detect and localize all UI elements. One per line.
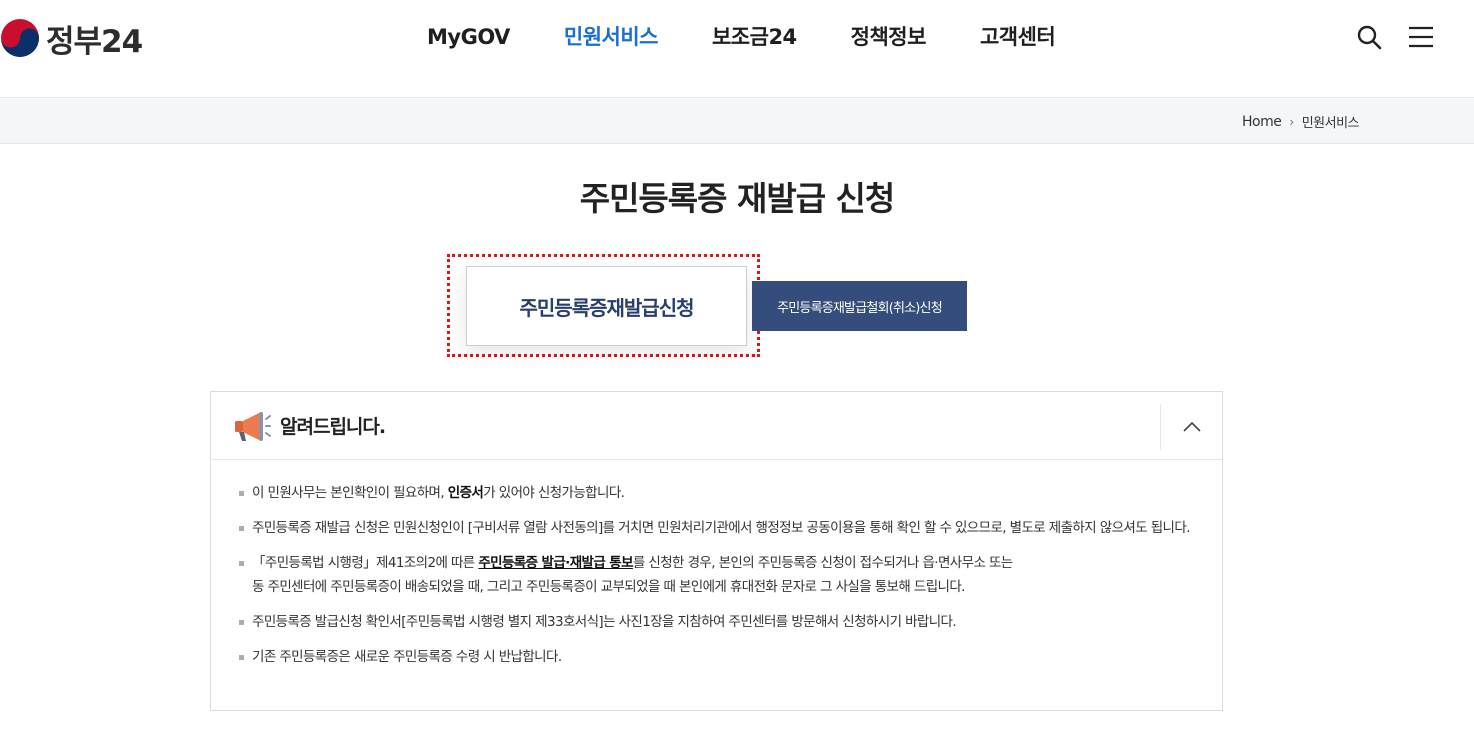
main-nav: MyGOV 민원서비스 보조금24 정책정보 고객센터 <box>400 20 1082 54</box>
reissue-apply-button[interactable]: 주민등록증재발급신청 <box>466 266 747 346</box>
list-item: 주민등록증 재발급 신청은 민원신청인이 [구비서류 열람 사전동의]를 거치면… <box>238 516 1198 540</box>
notice-header: 알려드립니다. <box>211 392 1222 460</box>
nav-mygov[interactable]: MyGOV <box>400 20 537 54</box>
nav-civil-service[interactable]: 민원서비스 <box>537 20 685 54</box>
notice-title: 알려드립니다. <box>280 416 386 438</box>
chevron-up-icon <box>1182 422 1201 432</box>
site-header: 정부24 MyGOV 민원서비스 보조금24 정책정보 고객센터 <box>0 0 1474 98</box>
breadcrumb-band: Home › 민원서비스 <box>0 99 1474 144</box>
breadcrumb-current[interactable]: 민원서비스 <box>1302 112 1360 131</box>
collapse-toggle[interactable] <box>1160 404 1222 450</box>
taegeuk-logo-icon <box>1 19 39 57</box>
menu-icon[interactable] <box>1404 20 1438 54</box>
reissue-cancel-button[interactable]: 주민등록증재발급철회(취소)신청 <box>752 281 967 331</box>
nav-subsidy24[interactable]: 보조금24 <box>685 20 824 54</box>
nav-policy-info[interactable]: 정책정보 <box>824 20 953 54</box>
logo[interactable]: 정부24 <box>0 16 143 60</box>
chevron-right-icon: › <box>1289 114 1294 129</box>
header-icons <box>1334 20 1438 54</box>
page-title: 주민등록증 재발급 신청 <box>579 179 896 218</box>
list-item: 「주민등록법 시행령」제41조의2에 따른 주민등록증 발급·재발급 통보를 신… <box>238 551 1198 599</box>
list-item: 이 민원사무는 본인확인이 필요하며, 인증서가 있어야 신청가능합니다. <box>238 481 1198 505</box>
notice-panel: 알려드립니다. 이 민원사무는 본인확인이 필요하며, 인증서가 있어야 신청가… <box>210 391 1223 711</box>
search-icon[interactable] <box>1352 20 1386 54</box>
breadcrumb: Home › 민원서비스 <box>1242 112 1360 132</box>
list-item: 주민등록증 발급신청 확인서[주민등록법 시행령 별지 제33호서식]는 사진1… <box>238 610 1198 634</box>
logo-text: 정부24 <box>46 23 143 60</box>
breadcrumb-home[interactable]: Home <box>1242 114 1282 130</box>
nav-customer-center[interactable]: 고객센터 <box>953 20 1082 54</box>
notice-list: 이 민원사무는 본인확인이 필요하며, 인증서가 있어야 신청가능합니다. 주민… <box>238 481 1198 680</box>
list-item: 기존 주민등록증은 새로운 주민등록증 수령 시 반납합니다. <box>238 645 1198 669</box>
megaphone-icon <box>235 412 271 441</box>
